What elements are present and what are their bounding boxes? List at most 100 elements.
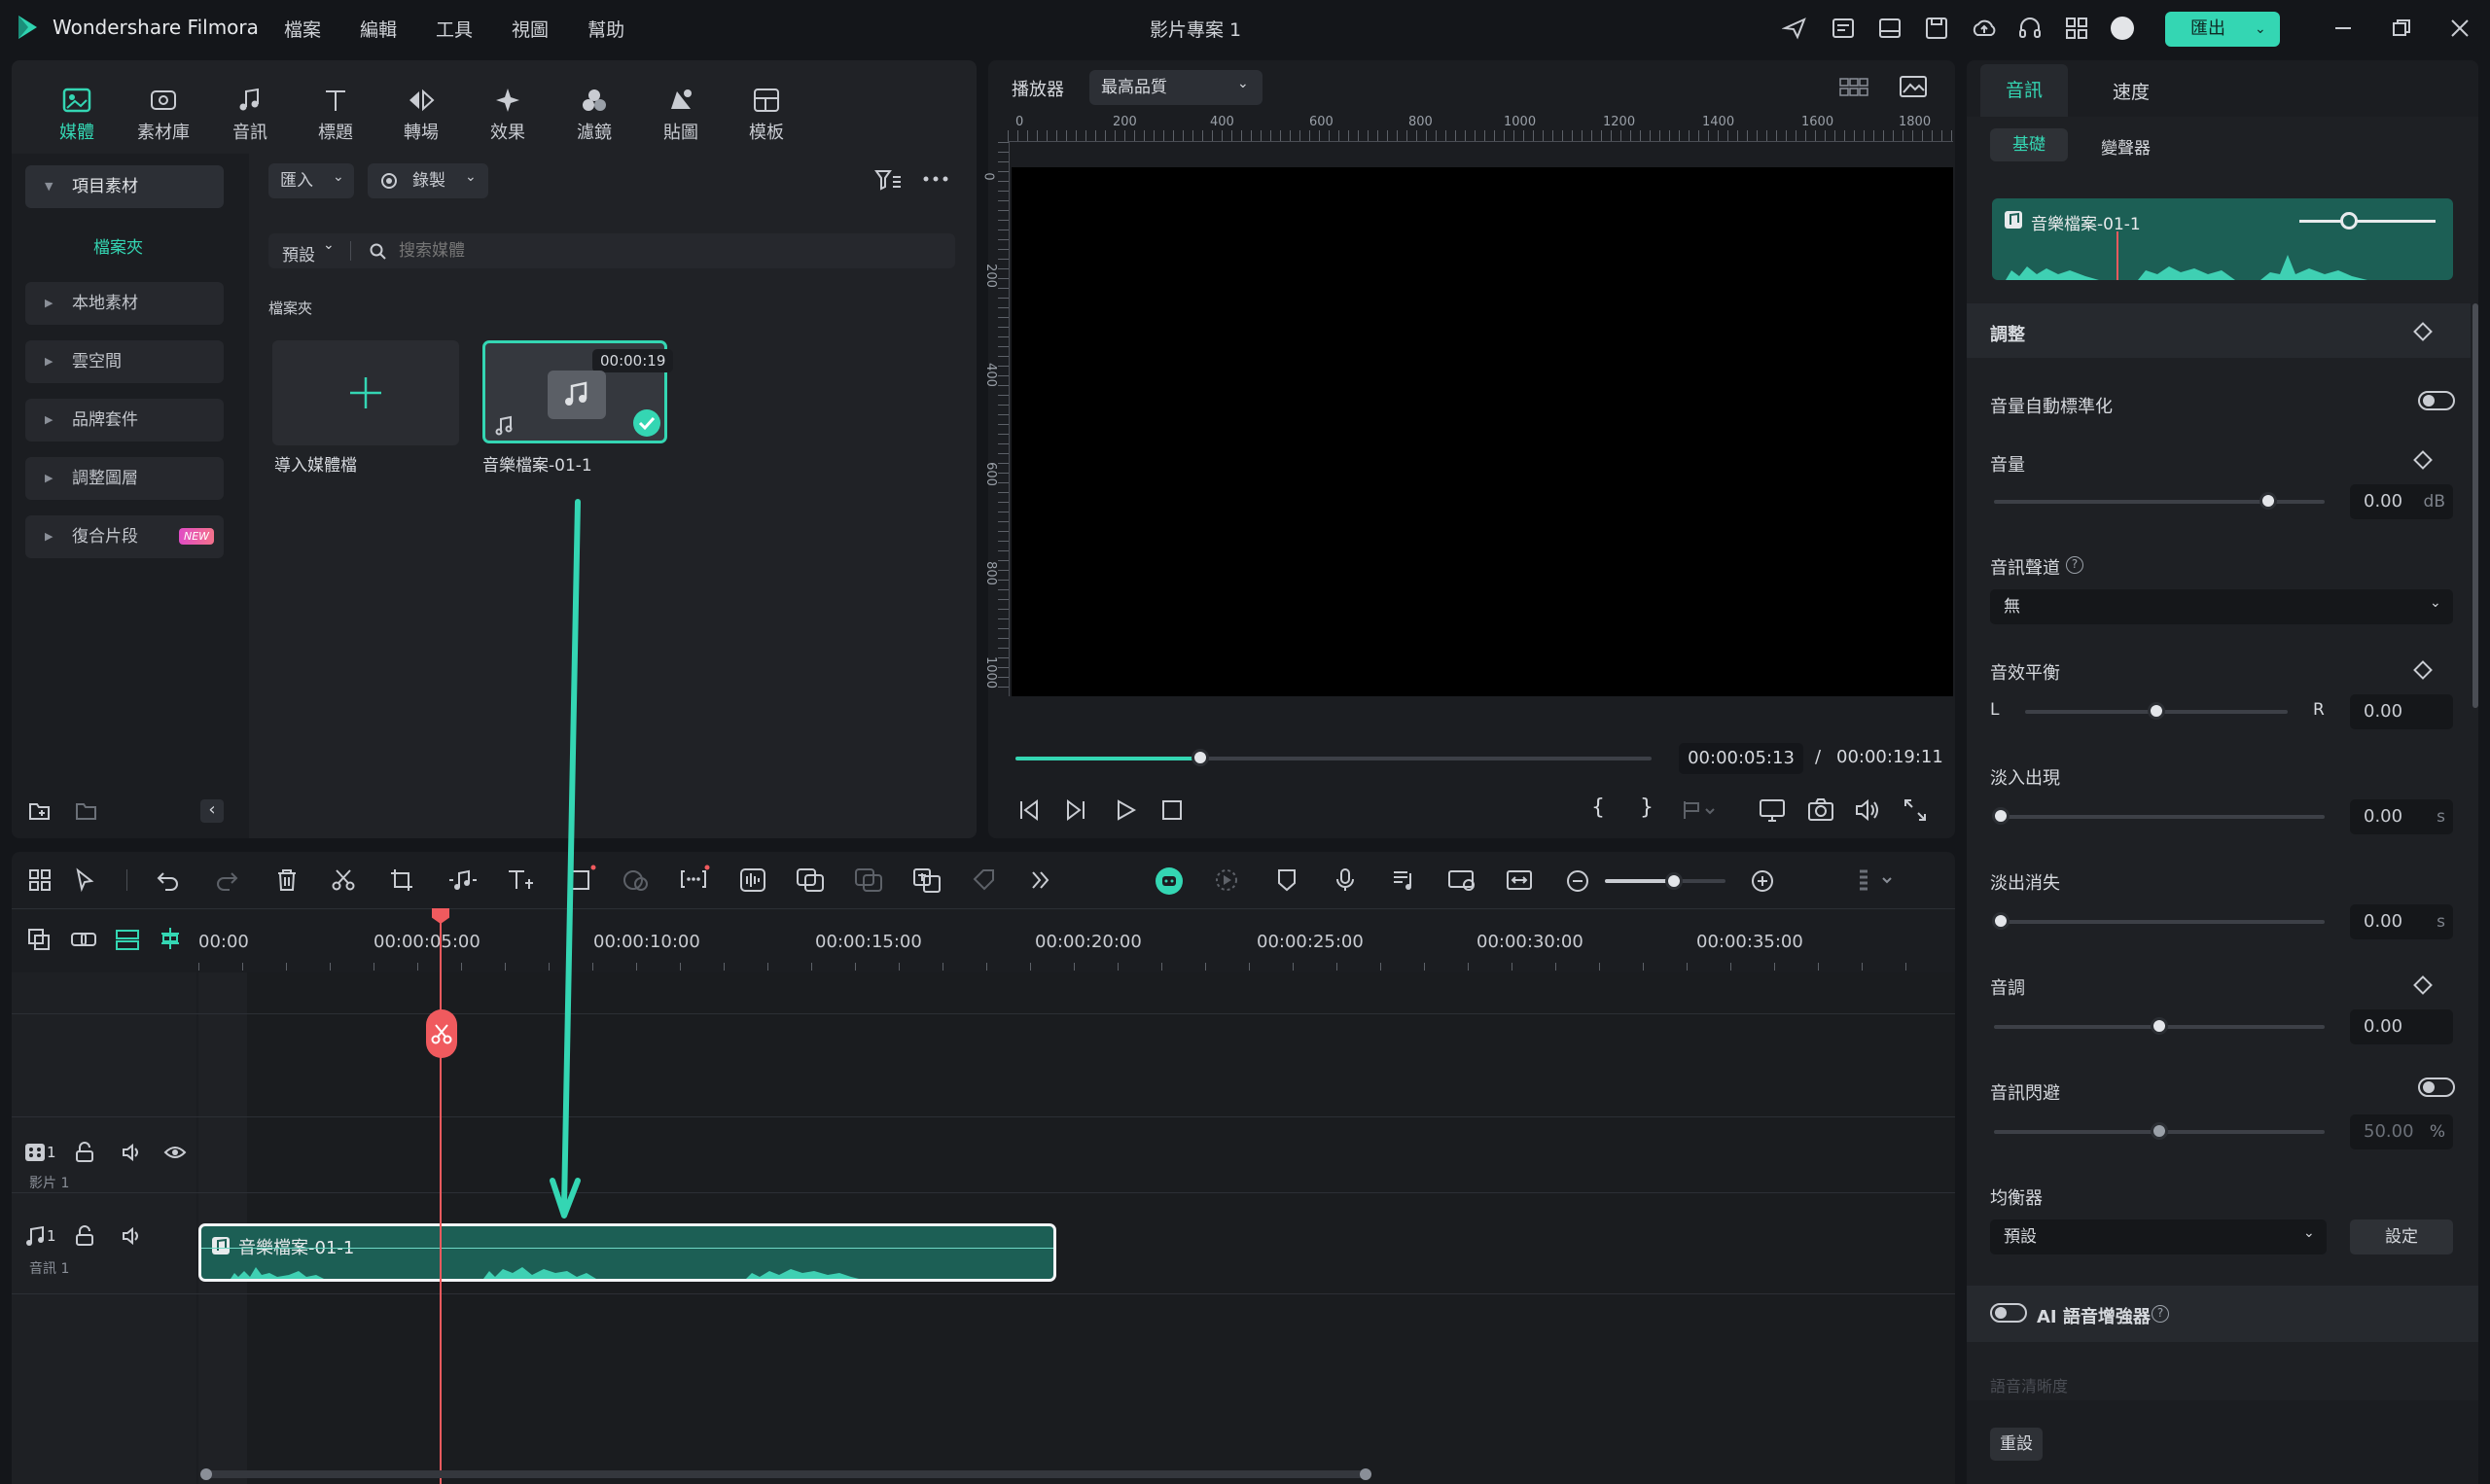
ai-copy-icon[interactable]: [796, 867, 825, 893]
microphone-icon[interactable]: [1333, 867, 1358, 893]
subtab-voice-changer[interactable]: 變聲器: [2101, 134, 2151, 159]
sidebar-item-local[interactable]: ▶ 本地素材: [25, 282, 224, 325]
help-icon[interactable]: ?: [2066, 556, 2083, 574]
fade-in-slider-track[interactable]: [1994, 815, 2325, 819]
lock-icon[interactable]: [74, 1225, 95, 1247]
task-list-icon[interactable]: [1831, 16, 1856, 41]
sidebar-item-project-media[interactable]: ▼ 項目素材: [25, 165, 224, 208]
preview-volume-knob[interactable]: [2340, 212, 2358, 230]
zoom-slider-track[interactable]: [1681, 879, 1725, 883]
menu-tools[interactable]: 工具: [436, 16, 473, 42]
menu-file[interactable]: 檔案: [284, 16, 321, 42]
adjust-section-header[interactable]: [1967, 303, 2471, 358]
tab-speed[interactable]: 速度: [2113, 78, 2150, 104]
audio-detect-icon[interactable]: [739, 867, 766, 893]
nav-tab-filters[interactable]: 濾鏡: [560, 82, 628, 144]
sort-dropdown[interactable]: 預設: [282, 241, 315, 265]
nav-tab-templates[interactable]: 模板: [732, 82, 800, 144]
minimize-icon[interactable]: [2332, 18, 2354, 39]
record-dropdown[interactable]: 錄製 ⌄: [368, 163, 488, 198]
zoom-in-icon[interactable]: [1751, 869, 1774, 893]
headset-icon[interactable]: [2017, 16, 2043, 41]
folder-icon[interactable]: [74, 799, 99, 823]
volume-icon[interactable]: [1854, 797, 1881, 823]
search-input[interactable]: [399, 237, 924, 265]
marker-shield-icon[interactable]: [1274, 867, 1299, 893]
sidebar-item-adjustment-layer[interactable]: ▶ 調整圖層: [25, 457, 224, 500]
sidebar-item-folder[interactable]: 檔案夾: [93, 233, 143, 258]
subtab-basic[interactable]: 基礎: [1990, 128, 2068, 161]
nav-tab-titles[interactable]: 標題: [302, 82, 370, 144]
panel-scrollbar[interactable]: [2472, 303, 2478, 708]
menu-view[interactable]: 視圖: [512, 16, 549, 42]
audio-mixer-icon[interactable]: [1391, 867, 1416, 893]
fade-out-slider-track[interactable]: [1994, 920, 2325, 924]
nav-tab-stickers[interactable]: 貼圖: [647, 82, 715, 144]
audio-speed-icon[interactable]: [447, 867, 479, 893]
zoom-out-icon[interactable]: [1566, 869, 1589, 893]
layout-icon[interactable]: [1877, 16, 1903, 41]
speaker-icon[interactable]: [121, 1142, 144, 1163]
scene-detect-icon[interactable]: [854, 867, 883, 893]
mark-in-icon[interactable]: {: [1591, 795, 1605, 820]
delete-icon[interactable]: [274, 867, 300, 893]
fade-out-slider-knob[interactable]: [1992, 912, 2010, 930]
crop-icon[interactable]: [389, 867, 414, 893]
play-icon[interactable]: [1113, 797, 1138, 823]
ducking-value-field[interactable]: 50.00%: [2350, 1114, 2453, 1149]
video-preview[interactable]: [1012, 167, 1953, 696]
ducking-slider-knob[interactable]: [2151, 1122, 2168, 1140]
channel-dropdown[interactable]: 無 ⌄: [1990, 589, 2453, 624]
filter-sort-icon[interactable]: [873, 167, 903, 193]
avatar[interactable]: [2111, 17, 2134, 40]
sidebar-item-cloud[interactable]: ▶ 雲空間: [25, 340, 224, 383]
apps-grid-icon[interactable]: [2064, 16, 2089, 41]
nav-tab-effects[interactable]: 效果: [474, 82, 542, 144]
link-clips-icon[interactable]: [70, 928, 99, 951]
auto-ripple-icon[interactable]: [679, 864, 710, 893]
keyframe-tag-icon[interactable]: [971, 867, 998, 893]
tab-audio[interactable]: 音訊: [1980, 64, 2068, 117]
balance-slider-knob[interactable]: [2148, 702, 2165, 720]
media-clip-thumbnail[interactable]: 00:00:19: [482, 340, 674, 443]
more-options-icon[interactable]: [922, 173, 949, 185]
reset-button[interactable]: 重設: [1990, 1428, 2043, 1461]
sidebar-item-brand-kit[interactable]: ▶ 品牌套件: [25, 399, 224, 442]
select-pointer-icon[interactable]: [74, 867, 99, 893]
track-layout-icon[interactable]: [1856, 867, 1895, 893]
fullscreen-icon[interactable]: [1903, 797, 1928, 823]
close-icon[interactable]: [2449, 18, 2471, 39]
fit-timeline-icon[interactable]: [1506, 867, 1533, 893]
eye-icon[interactable]: [163, 1144, 187, 1161]
pitch-value-field[interactable]: 0.00: [2350, 1009, 2453, 1044]
undo-icon[interactable]: [156, 867, 181, 893]
grid-view-icon[interactable]: [1838, 76, 1869, 99]
export-button[interactable]: 匯出 ⌄: [2165, 12, 2280, 47]
scrollbar-end-handle[interactable]: [1360, 1468, 1371, 1480]
text-icon[interactable]: [506, 867, 535, 893]
fade-out-value-field[interactable]: 0.00 s: [2350, 904, 2453, 939]
menu-help[interactable]: 幫助: [587, 16, 624, 42]
insert-options-icon[interactable]: [1681, 797, 1720, 823]
help-icon[interactable]: ?: [2152, 1305, 2169, 1323]
new-folder-icon[interactable]: [27, 799, 53, 823]
fade-in-slider-knob[interactable]: [1992, 807, 2010, 825]
restore-icon[interactable]: [2391, 18, 2412, 39]
speaker-icon[interactable]: [121, 1225, 144, 1247]
nav-tab-transitions[interactable]: 轉場: [387, 82, 455, 144]
add-track-icon[interactable]: [27, 928, 53, 951]
nav-tab-media[interactable]: 媒體: [43, 82, 111, 144]
layout-grid-icon[interactable]: [27, 867, 53, 893]
balance-value-field[interactable]: 0.00: [2350, 694, 2453, 729]
magnetic-track-icon[interactable]: [115, 928, 140, 951]
cloud-upload-icon[interactable]: [1971, 16, 1998, 41]
mark-out-icon[interactable]: }: [1640, 795, 1654, 820]
equalizer-settings-button[interactable]: 設定: [2350, 1219, 2453, 1254]
ai-enhancer-toggle[interactable]: [1990, 1303, 2027, 1323]
quality-dropdown[interactable]: 最高品質 ⌄: [1089, 70, 1263, 105]
playback-scrubber[interactable]: [1191, 749, 1209, 766]
pitch-slider-knob[interactable]: [2151, 1017, 2168, 1035]
previous-frame-icon[interactable]: [1015, 797, 1041, 823]
more-tools-chevron-icon[interactable]: [1029, 869, 1052, 891]
import-dropdown[interactable]: 匯入 ⌄: [268, 163, 354, 198]
